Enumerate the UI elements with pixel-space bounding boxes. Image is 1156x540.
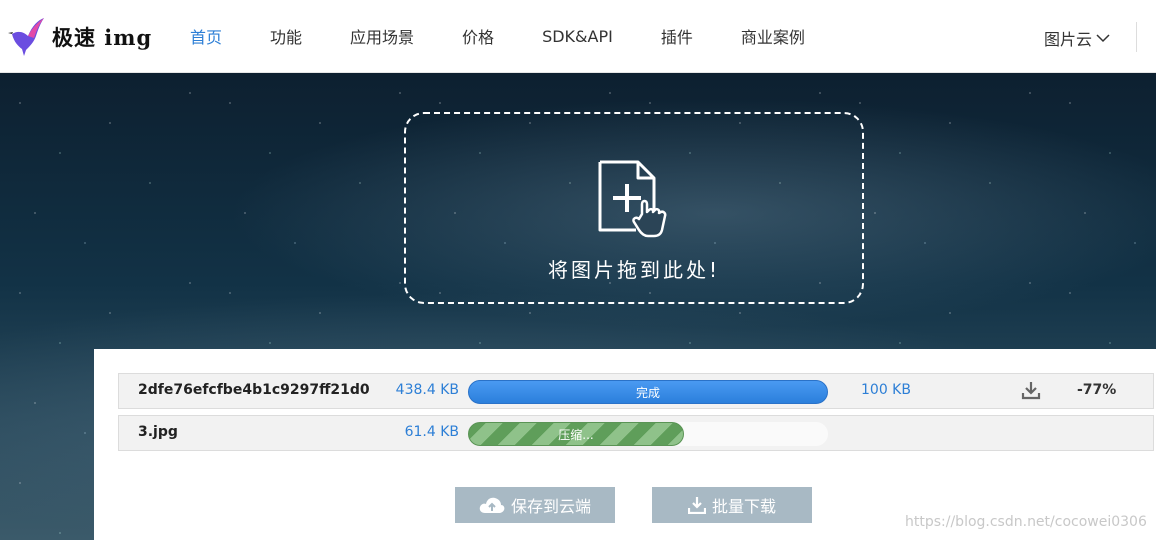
nav-cases[interactable]: 商业案例 — [741, 24, 805, 48]
header-divider — [1136, 22, 1137, 52]
main-nav: 首页 功能 应用场景 价格 SDK&API 插件 商业案例 — [166, 0, 829, 72]
file-name: 2dfe76efcfbe4b1c9297ff21d0... — [138, 382, 370, 398]
progress-bar-done: 完成 — [468, 380, 828, 404]
nav-scenarios[interactable]: 应用场景 — [350, 24, 414, 48]
original-size: 438.4 KB — [395, 382, 459, 398]
nav-sdk-api[interactable]: SDK&API — [542, 27, 613, 46]
progress-bar-compressing: 压缩... — [468, 422, 684, 446]
save-to-cloud-label: 保存到云端 — [510, 497, 591, 516]
nav-home[interactable]: 首页 — [190, 24, 222, 48]
nav-plugins[interactable]: 插件 — [661, 24, 693, 48]
image-cloud-menu[interactable]: 图片云 — [1044, 26, 1110, 50]
cloud-upload-icon — [479, 497, 505, 513]
progress-track: 压缩... — [468, 422, 828, 446]
image-cloud-label: 图片云 — [1044, 30, 1093, 49]
progress-status: 完成 — [635, 385, 660, 400]
file-row: 3.jpg 61.4 KB 压缩... — [118, 415, 1154, 451]
logo[interactable]: 极速 img — [8, 16, 158, 58]
nav-pricing[interactable]: 价格 — [462, 24, 494, 48]
watermark-text: https://blog.csdn.net/cocowei0306 — [905, 514, 1147, 530]
progress-track: 完成 — [468, 380, 828, 404]
output-size: 100 KB — [861, 382, 911, 398]
add-file-hand-icon — [598, 160, 667, 238]
compression-ratio: -77% — [1077, 382, 1117, 398]
compression-panel: 2dfe76efcfbe4b1c9297ff21d0... 438.4 KB 完… — [94, 349, 1156, 540]
chevron-down-icon — [1096, 34, 1110, 43]
original-size: 61.4 KB — [404, 424, 459, 440]
file-name: 3.jpg — [138, 424, 178, 440]
hummingbird-logo-icon — [8, 18, 44, 56]
download-icon[interactable] — [1021, 380, 1041, 404]
batch-download-button[interactable]: 批量下载 — [652, 487, 812, 523]
batch-download-label: 批量下载 — [711, 497, 776, 516]
top-navbar: 极速 img 首页 功能 应用场景 价格 SDK&API 插件 商业案例 图片云 — [0, 0, 1156, 73]
nav-features[interactable]: 功能 — [270, 24, 302, 48]
upload-dropzone[interactable]: 将图片拖到此处! — [404, 112, 864, 304]
file-row: 2dfe76efcfbe4b1c9297ff21d0... 438.4 KB 完… — [118, 373, 1154, 409]
progress-status: 压缩... — [558, 427, 594, 442]
save-to-cloud-button[interactable]: 保存到云端 — [455, 487, 615, 523]
logo-text: 极速 img — [52, 25, 153, 50]
download-icon — [687, 497, 706, 514]
dropzone-text: 将图片拖到此处! — [547, 258, 721, 282]
